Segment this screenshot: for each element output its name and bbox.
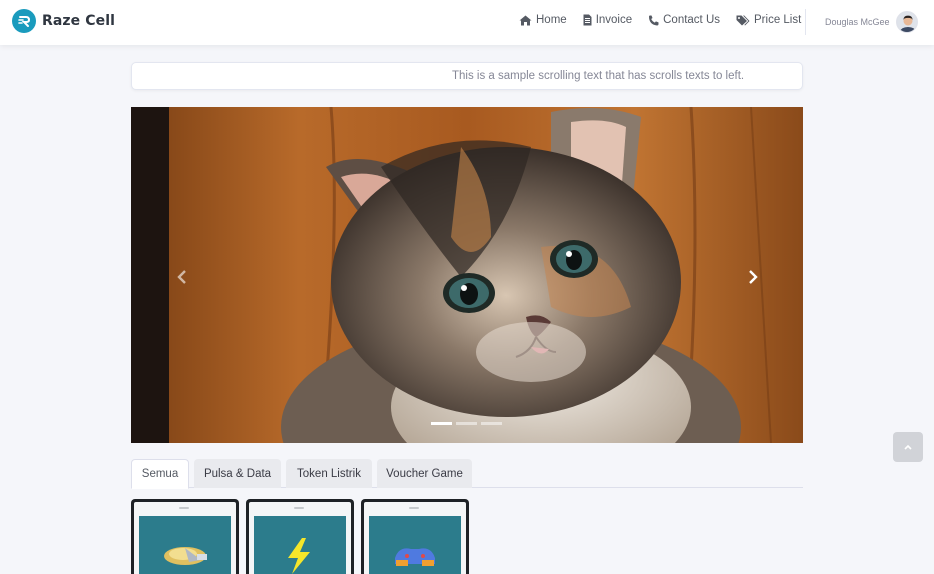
product-card-pulsa[interactable] — [131, 499, 239, 574]
nav-price-list-link[interactable]: Price List — [736, 14, 801, 26]
chevron-right-icon — [749, 270, 758, 284]
product-card-voucher[interactable] — [361, 499, 469, 574]
nav-menu: Home Invoice Contact Us Price List — [519, 14, 817, 26]
card-notch — [409, 507, 419, 509]
nav-invoice-label: Invoice — [595, 14, 633, 26]
scrolling-text-bar: This is a sample scrolling text that has… — [131, 62, 803, 90]
razecell-logo-icon — [12, 9, 36, 33]
chevron-left-icon — [177, 270, 186, 284]
tab-voucher-game[interactable]: Voucher Game — [377, 459, 472, 488]
product-card-token[interactable] — [246, 499, 354, 574]
card-screen — [369, 516, 461, 574]
nav-price-list-label: Price List — [754, 14, 802, 26]
carousel-indicator-3[interactable] — [481, 422, 502, 425]
carousel-prev-button[interactable] — [167, 265, 197, 289]
user-name: Douglas McGee — [825, 17, 890, 27]
user-menu[interactable]: Douglas McGee — [825, 11, 918, 33]
pulsa-data-icon — [164, 547, 207, 565]
tab-token-listrik[interactable]: Token Listrik — [286, 459, 372, 488]
tags-icon — [736, 15, 750, 26]
carousel-kitten-image — [131, 107, 803, 443]
user-avatar-icon — [895, 11, 918, 33]
card-screen — [139, 516, 231, 574]
nav-home-link[interactable]: Home — [519, 14, 567, 26]
nav-home-label: Home — [536, 14, 567, 26]
nav-contact-link[interactable]: Contact Us — [648, 14, 720, 26]
home-icon — [519, 15, 532, 26]
tab-semua[interactable]: Semua — [131, 459, 189, 489]
scrolling-text: This is a sample scrolling text that has… — [452, 70, 745, 82]
carousel-indicator-2[interactable] — [456, 422, 477, 425]
brand-name: Raze Cell — [42, 13, 116, 29]
chevron-up-icon — [904, 444, 912, 450]
carousel-next-button[interactable] — [738, 265, 768, 289]
card-notch — [179, 507, 189, 509]
file-invoice-icon — [583, 14, 592, 26]
phone-icon — [648, 15, 659, 26]
nav-divider — [805, 9, 806, 35]
carousel-indicators — [431, 422, 502, 425]
lightning-token-icon — [288, 538, 310, 574]
category-tabs: Semua Pulsa & Data Token Listrik Voucher… — [131, 459, 803, 489]
brand-link[interactable]: Raze Cell — [12, 9, 115, 33]
card-notch — [294, 507, 304, 509]
image-carousel[interactable] — [131, 107, 803, 443]
nav-invoice-link[interactable]: Invoice — [583, 14, 632, 26]
tab-pulsa-data[interactable]: Pulsa & Data — [194, 459, 281, 488]
scroll-to-top-button[interactable] — [893, 432, 923, 462]
navbar: Raze Cell Home Invoice Contact Us Price … — [0, 0, 934, 45]
card-screen — [254, 516, 346, 574]
carousel-indicator-1[interactable] — [431, 422, 452, 425]
game-controller-icon — [395, 548, 435, 566]
nav-contact-label: Contact Us — [663, 14, 721, 26]
